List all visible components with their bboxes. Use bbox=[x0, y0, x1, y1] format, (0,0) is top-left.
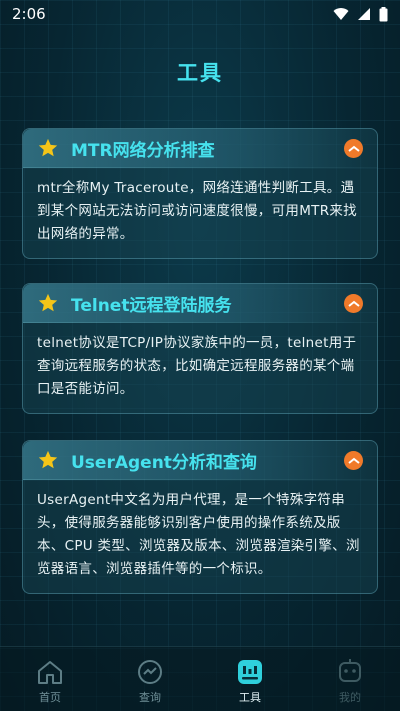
nav-item-home[interactable]: 首页 bbox=[0, 647, 100, 711]
home-icon bbox=[36, 657, 64, 687]
star-icon bbox=[37, 137, 59, 159]
tool-card-useragent[interactable]: UserAgent分析和查询 UserAgent中文名为用户代理，是一个特殊字符… bbox=[22, 440, 378, 594]
card-description: telnet协议是TCP/IP协议家族中的一员，telnet用于查询远程服务的状… bbox=[37, 335, 357, 397]
query-icon bbox=[136, 657, 164, 687]
collapse-toggle-icon[interactable] bbox=[344, 139, 363, 158]
card-description: UserAgent中文名为用户代理，是一个特殊字符串头，使得服务器能够识别客户使… bbox=[37, 492, 360, 577]
card-header: Telnet远程登陆服务 bbox=[23, 284, 377, 323]
card-title: UserAgent分析和查询 bbox=[71, 452, 257, 473]
card-header: MTR网络分析排查 bbox=[23, 129, 377, 168]
nav-label: 我的 bbox=[339, 691, 361, 704]
collapse-toggle-icon[interactable] bbox=[344, 294, 363, 313]
page-title: 工具 bbox=[177, 61, 223, 85]
tool-card-mtr[interactable]: MTR网络分析排查 mtr全称My Traceroute，网络连通性判断工具。遇… bbox=[22, 128, 378, 259]
nav-item-query[interactable]: 查询 bbox=[100, 647, 200, 711]
card-title: MTR网络分析排查 bbox=[71, 140, 215, 161]
tool-card-telnet[interactable]: Telnet远程登陆服务 telnet协议是TCP/IP协议家族中的一员，tel… bbox=[22, 283, 378, 414]
collapse-toggle-icon[interactable] bbox=[344, 451, 363, 470]
status-icons bbox=[333, 6, 388, 22]
card-title: Telnet远程登陆服务 bbox=[71, 295, 232, 316]
battery-icon bbox=[379, 6, 388, 21]
nav-label: 查询 bbox=[139, 691, 161, 704]
card-header: UserAgent分析和查询 bbox=[23, 441, 377, 480]
nav-label: 首页 bbox=[39, 691, 61, 704]
nav-item-tools[interactable]: 工具 bbox=[200, 647, 300, 711]
nav-label: 工具 bbox=[239, 691, 261, 704]
star-icon bbox=[37, 449, 59, 471]
status-bar: 2:06 bbox=[0, 0, 400, 28]
bottom-nav: 首页 查询 工具 我的 bbox=[0, 646, 400, 711]
profile-icon bbox=[337, 657, 363, 687]
wifi-icon bbox=[333, 8, 349, 20]
nav-item-profile[interactable]: 我的 bbox=[300, 647, 400, 711]
signal-icon bbox=[358, 8, 370, 20]
star-icon bbox=[37, 292, 59, 314]
tools-icon bbox=[236, 657, 264, 687]
card-description: mtr全称My Traceroute，网络连通性判断工具。遇到某个网站无法访问或… bbox=[37, 180, 357, 242]
status-time: 2:06 bbox=[12, 5, 46, 23]
